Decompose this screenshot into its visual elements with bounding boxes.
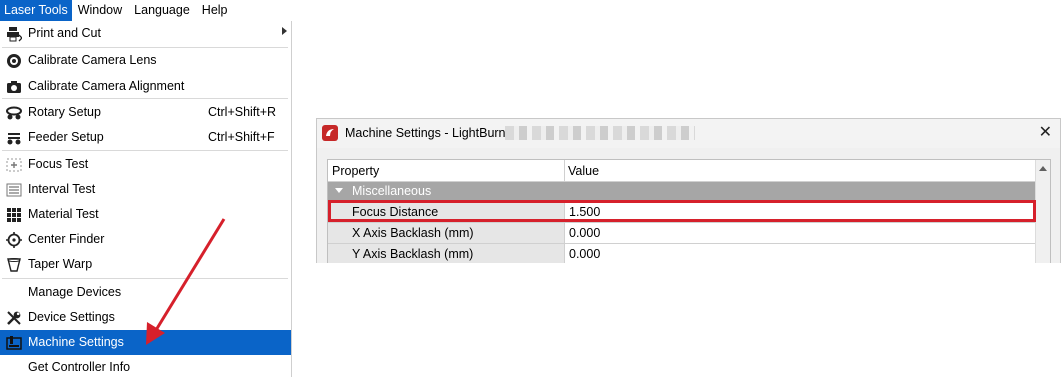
collapse-triangle-icon[interactable]: [335, 188, 343, 193]
column-header-value[interactable]: Value: [568, 164, 599, 178]
focus-distance-highlight-box: [328, 200, 1036, 222]
dialog-title: Machine Settings - LightBurn: [345, 126, 506, 140]
vertical-scrollbar[interactable]: [1035, 160, 1050, 263]
property-value-field[interactable]: 0.000: [569, 226, 600, 240]
scroll-up-icon[interactable]: [1039, 166, 1047, 171]
machine-settings-dialog: Machine Settings - LightBurn ✕ Property …: [316, 118, 1061, 263]
redacted-title-area: [505, 126, 695, 140]
dialog-titlebar[interactable]: Machine Settings - LightBurn ✕: [317, 119, 1060, 148]
group-label: Miscellaneous: [352, 184, 432, 198]
lightburn-app-icon: [322, 125, 338, 141]
table-row[interactable]: X Axis Backlash (mm) 0.000: [328, 223, 1035, 243]
column-header-property[interactable]: Property: [332, 164, 379, 178]
table-row[interactable]: Y Axis Backlash (mm) 0.000: [328, 244, 1035, 263]
column-divider: [564, 160, 565, 182]
property-value-field[interactable]: 0.000: [569, 247, 600, 261]
group-row-miscellaneous[interactable]: Miscellaneous: [328, 182, 1035, 201]
property-name: X Axis Backlash (mm): [352, 226, 474, 240]
property-name: Y Axis Backlash (mm): [352, 247, 474, 261]
close-icon[interactable]: ✕: [1039, 124, 1052, 142]
table-header: Property Value: [328, 160, 1035, 182]
